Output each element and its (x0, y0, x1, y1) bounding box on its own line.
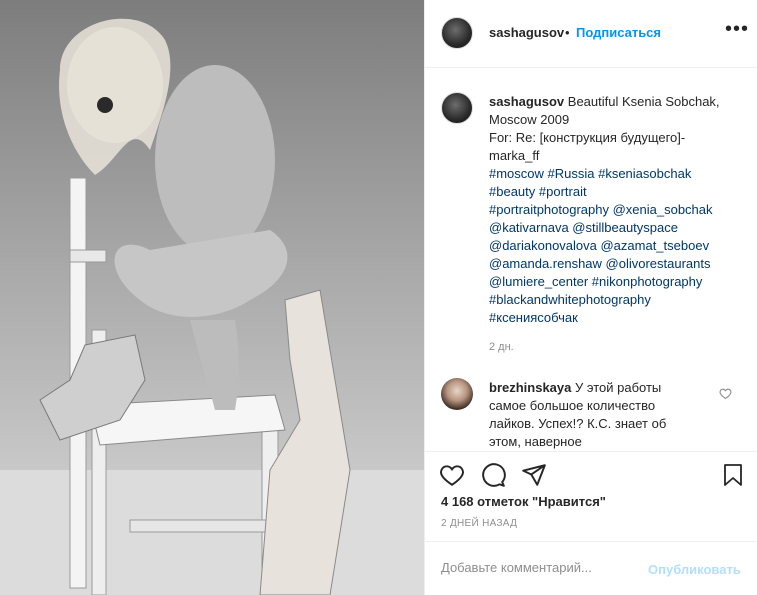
hashtag-line[interactable]: #ксениясобчак (489, 310, 578, 325)
hashtag-line[interactable]: @lumiere_center #nikonphotography (489, 274, 702, 289)
post-header: sashagusov • Подписаться ••• (425, 0, 757, 68)
post-date: 2 ДНЕЙ НАЗАД (441, 518, 518, 529)
photo-illustration (0, 18, 424, 595)
hashtag-line[interactable]: @kativarnava @stillbeautyspace (489, 220, 678, 235)
instagram-post-modal: sashagusov • Подписаться ••• sashagusov … (0, 0, 757, 595)
commenter-avatar[interactable] (441, 378, 473, 410)
likes-count[interactable]: 4 168 отметок "Нравится" (441, 494, 606, 509)
add-comment-bar: Опубликовать (425, 541, 757, 595)
hashtag-line[interactable]: @dariakonovalova @azamat_tseboev (489, 238, 709, 253)
author-avatar[interactable] (441, 17, 473, 49)
caption-line: Beautiful Ksenia Sobchak, (567, 94, 720, 109)
author-username[interactable]: sashagusov (489, 25, 564, 40)
comment-bubble-icon[interactable] (480, 462, 506, 488)
bookmark-icon[interactable] (721, 462, 745, 488)
commenter-username[interactable]: brezhinskaya (489, 380, 571, 395)
comment-line: этом, наверное (489, 434, 582, 449)
heart-icon[interactable] (439, 462, 465, 488)
comments-section: sashagusov Beautiful Ksenia Sobchak, Mos… (425, 69, 757, 451)
post-photo[interactable] (0, 0, 424, 595)
comment-text: brezhinskaya У этой работы самое большое… (489, 379, 717, 451)
hashtag-line[interactable]: #moscow #Russia #kseniasobchak (489, 166, 691, 181)
caption-line: marka_ff (489, 148, 540, 163)
caption-line: Moscow 2009 (489, 112, 570, 127)
comment-line: У этой работы (575, 380, 662, 395)
caption-text: sashagusov Beautiful Ksenia Sobchak, Mos… (489, 93, 744, 327)
hashtag-line[interactable]: #blackandwhitephotography (489, 292, 651, 307)
action-bar (425, 451, 757, 495)
comment-line: самое большое количество (489, 398, 656, 413)
header-separator: • (565, 25, 570, 40)
small-heart-icon[interactable] (719, 387, 732, 400)
hashtag-line[interactable]: @amanda.renshaw @olivorestaurants (489, 256, 711, 271)
publish-button[interactable]: Опубликовать (648, 562, 741, 577)
hashtag-line[interactable]: #portraitphotography @xenia_sobchak (489, 202, 713, 217)
comment-line: лайков. Успех!? К.С. знает об (489, 416, 667, 431)
post-side-panel: sashagusov • Подписаться ••• sashagusov … (424, 0, 757, 595)
caption-line: For: Re: [конструкция будущего]- (489, 130, 686, 145)
caption-avatar[interactable] (441, 92, 473, 124)
follow-button[interactable]: Подписаться (576, 25, 661, 40)
more-options-icon[interactable]: ••• (725, 18, 749, 41)
hashtag-line[interactable]: #beauty #portrait (489, 184, 587, 199)
paper-plane-icon[interactable] (521, 462, 547, 488)
caption-username[interactable]: sashagusov (489, 94, 564, 109)
caption-timestamp: 2 дн. (489, 341, 514, 353)
comment-input[interactable] (441, 560, 641, 575)
